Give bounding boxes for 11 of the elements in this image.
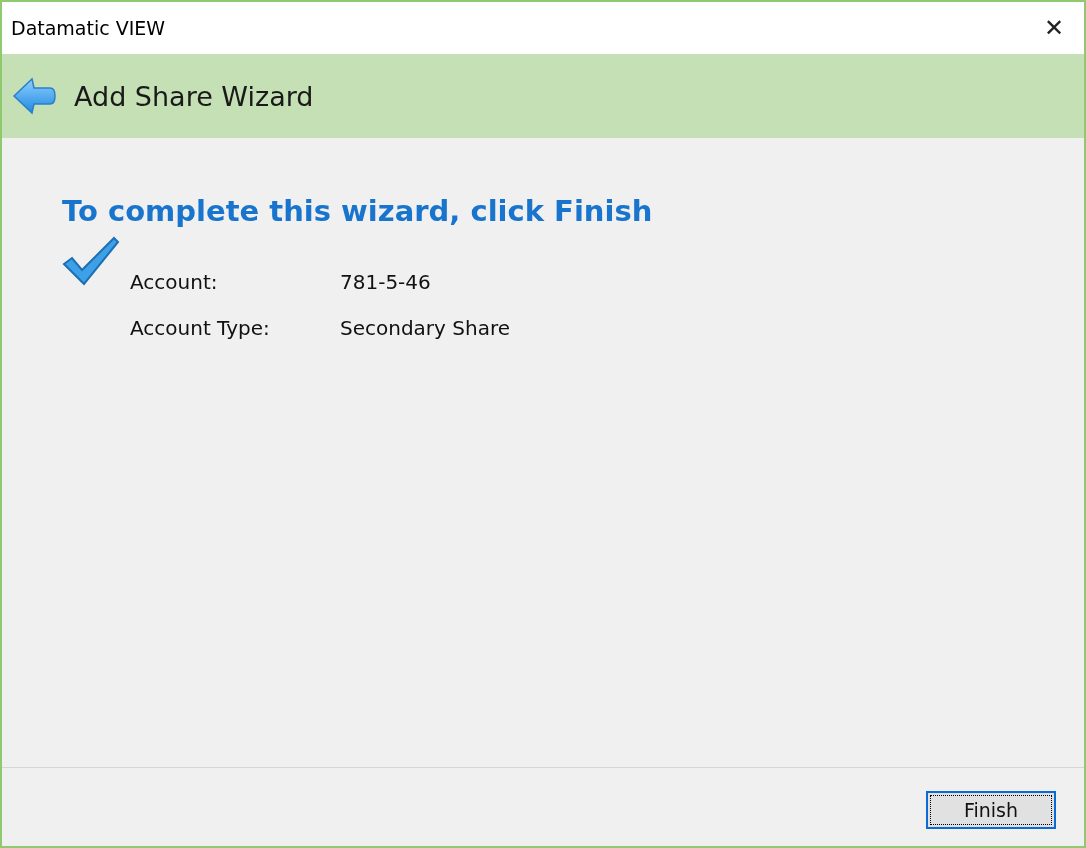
back-arrow-icon xyxy=(12,76,56,116)
field-label: Account: xyxy=(130,270,219,294)
completion-heading: To complete this wizard, click Finish xyxy=(62,194,654,228)
finish-button[interactable]: Finish xyxy=(926,791,1056,829)
checkmark-icon xyxy=(62,236,120,288)
close-button[interactable]: ✕ xyxy=(1031,14,1076,42)
wizard-title: Add Share Wizard xyxy=(74,80,314,112)
window-title: Datamatic VIEW xyxy=(11,17,166,39)
field-label: Account Type: xyxy=(130,316,271,340)
field-value: Secondary Share xyxy=(340,316,510,340)
field-value: 781-5-46 xyxy=(340,270,432,294)
